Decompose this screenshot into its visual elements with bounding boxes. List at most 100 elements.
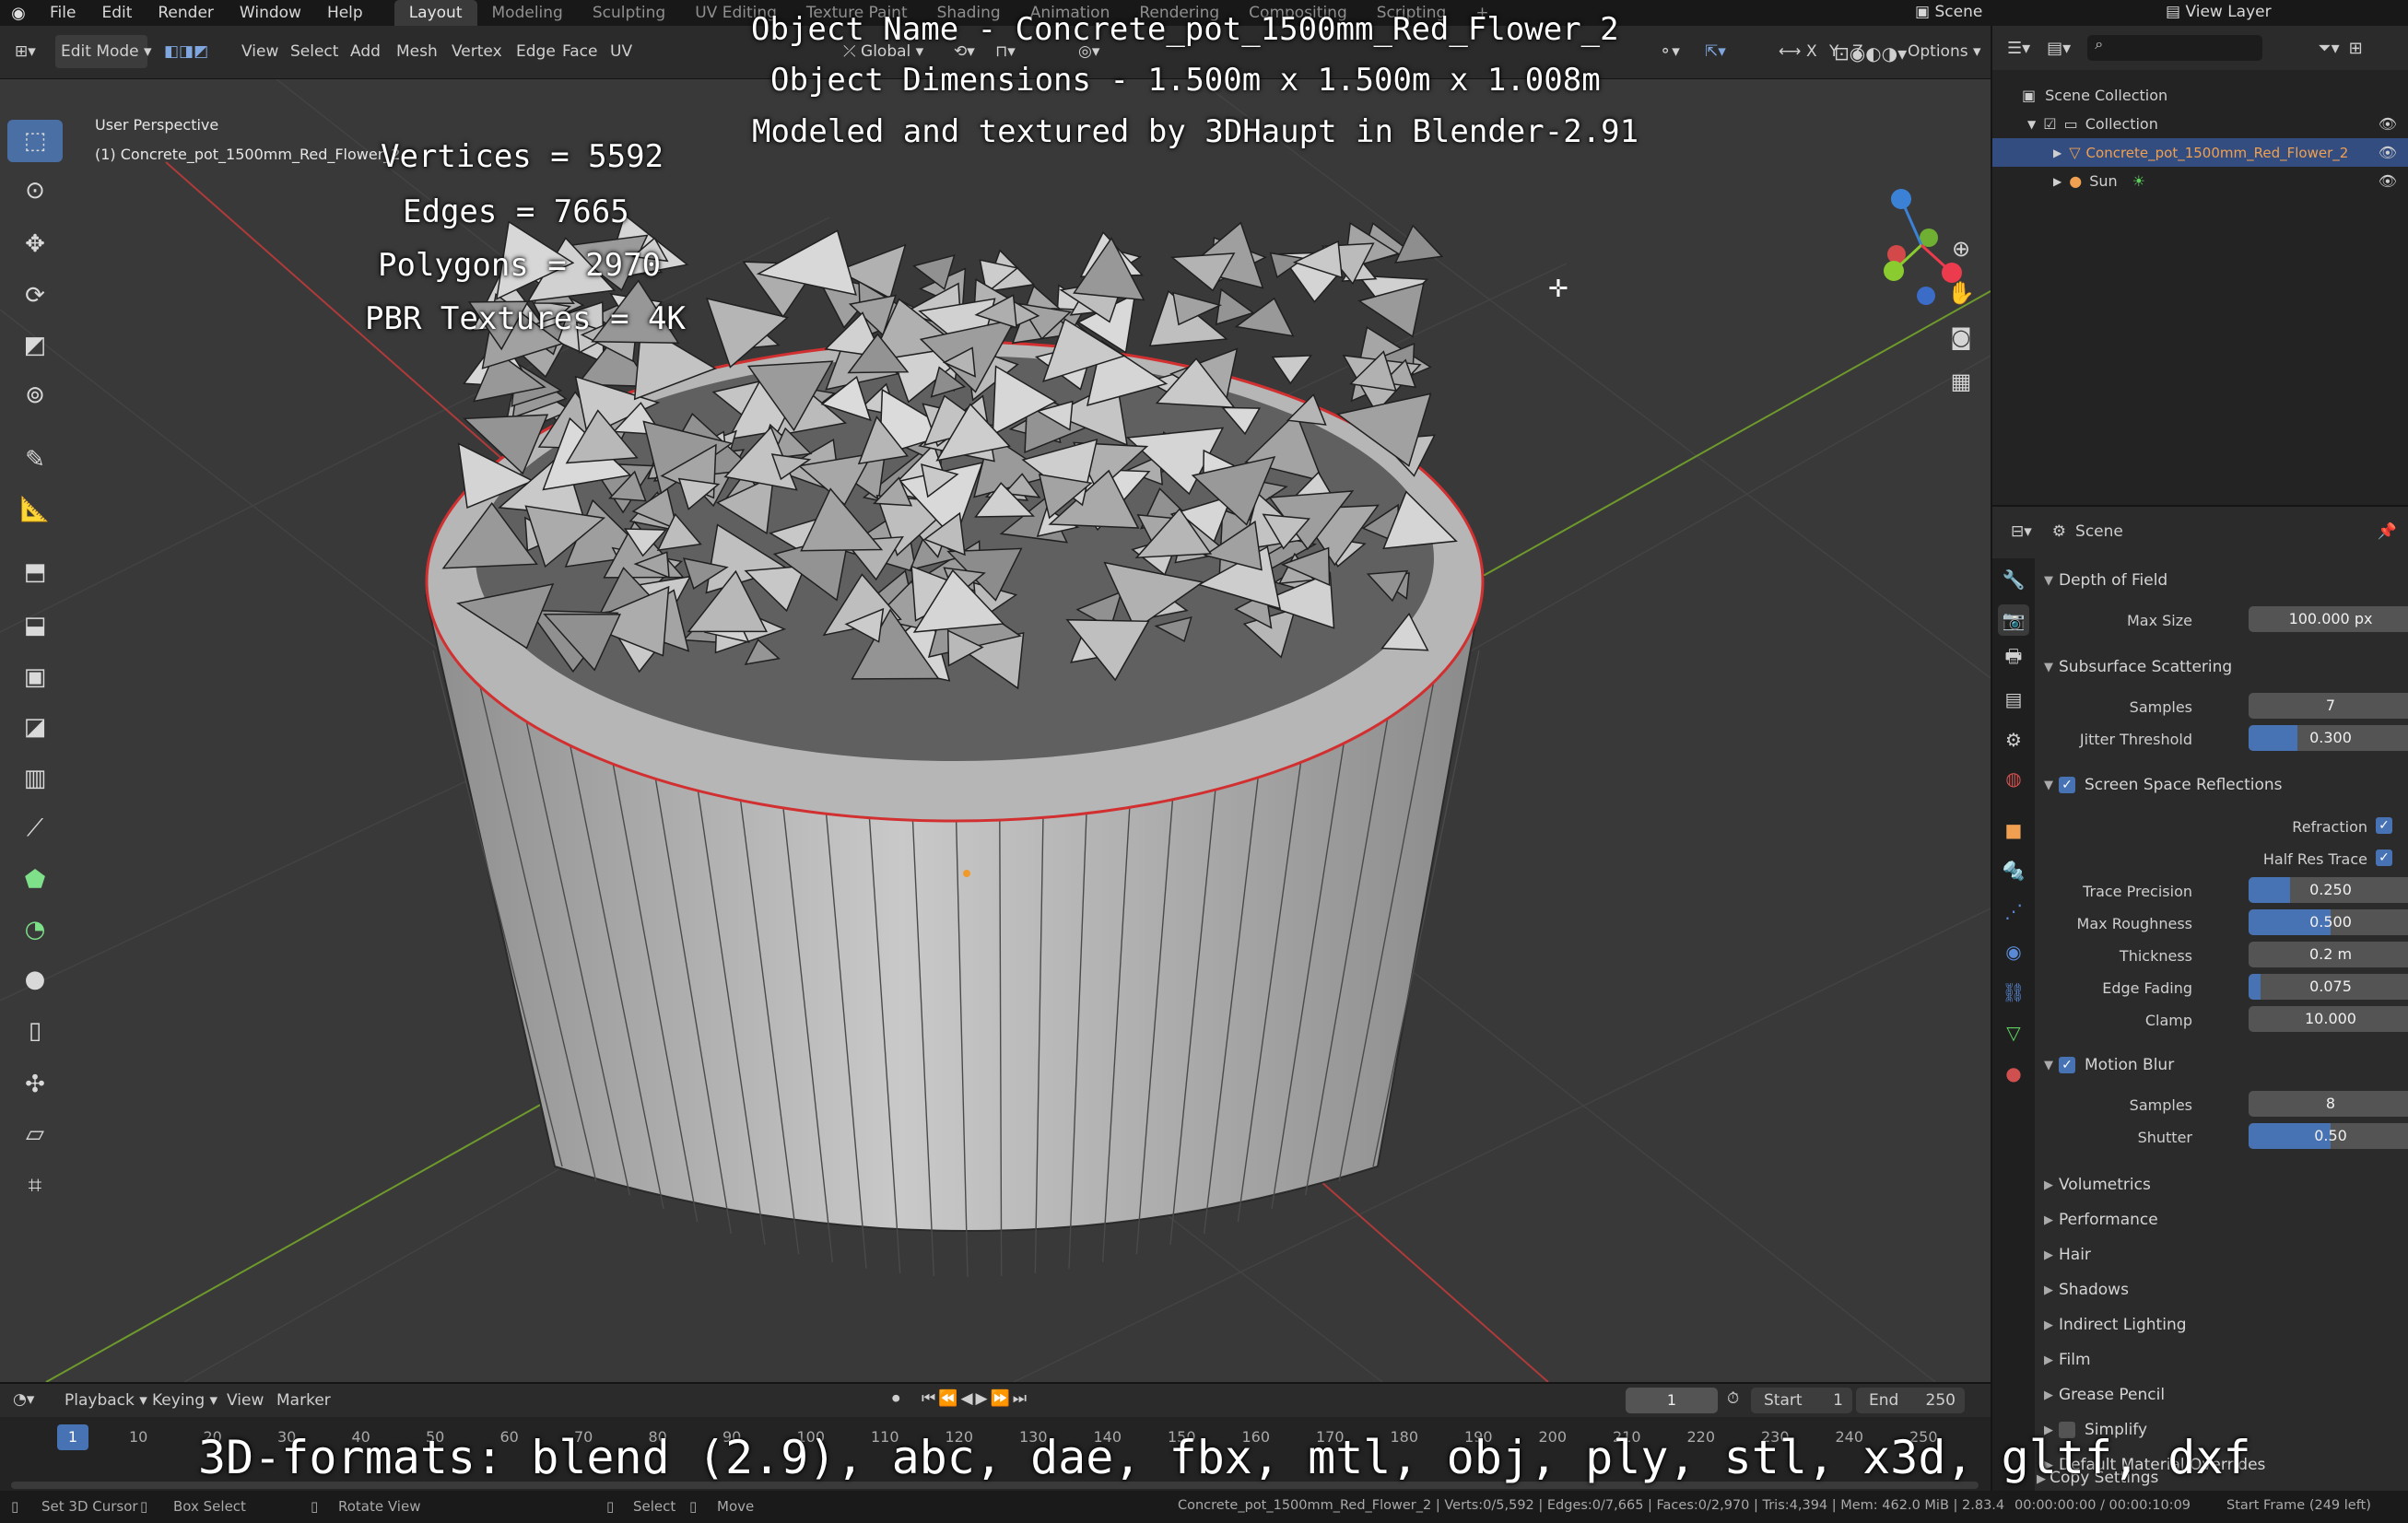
timeline-editor-icon[interactable]: ◔▾ — [13, 1390, 34, 1409]
shutter-slider[interactable]: 0.50 — [2249, 1123, 2408, 1149]
blender-logo-icon[interactable]: ◉ — [0, 4, 37, 23]
edge-slide-tool-icon[interactable]: ▯ — [7, 1010, 63, 1052]
tab-sculpting[interactable]: Sculpting — [578, 0, 680, 26]
pin-icon[interactable]: 📌 — [2378, 522, 2397, 541]
new-collection-icon[interactable]: ⊞ — [2349, 39, 2363, 58]
smooth-tool-icon[interactable]: ● — [7, 958, 63, 1001]
panel-hair[interactable]: ▶ Hair — [2038, 1238, 2402, 1271]
timeline-view-menu[interactable]: View — [227, 1391, 264, 1410]
shear-tool-icon[interactable]: ▱ — [7, 1113, 63, 1155]
object-tab-icon[interactable]: ■ — [1998, 814, 2029, 846]
panel-subsurface-scattering[interactable]: ▼ Subsurface Scattering — [2038, 650, 2402, 684]
pan-hand-icon[interactable]: ✋ — [1943, 280, 1979, 324]
display-mode-icon[interactable]: ▤▾ — [2047, 39, 2071, 58]
menu-file[interactable]: File — [37, 4, 88, 22]
constraints-tab-icon[interactable]: ⛓ — [1998, 977, 2029, 1008]
transform-tool-icon[interactable]: ⊚ — [7, 374, 63, 416]
shrink-fatten-tool-icon[interactable]: ✣ — [7, 1063, 63, 1106]
panel-shadows[interactable]: ▶ Shadows — [2038, 1273, 2402, 1306]
tool-tab-icon[interactable]: 🔧 — [1998, 564, 2029, 595]
visibility-eye-icon[interactable]: 👁 — [2379, 115, 2397, 133]
filter-icon[interactable]: ⏷▾ — [2318, 39, 2339, 58]
menu-add[interactable]: Add — [341, 35, 390, 68]
overlays-toggle-icon[interactable] — [1751, 35, 1769, 68]
material-tab-icon[interactable]: ● — [1998, 1058, 2029, 1089]
panel-grease-pencil[interactable]: ▶ Grease Pencil — [2038, 1378, 2402, 1412]
refraction-checkbox[interactable]: ✓ — [2376, 817, 2392, 834]
keying-menu[interactable]: Keying ▾ — [152, 1391, 217, 1410]
panel-indirect-lighting[interactable]: ▶ Indirect Lighting — [2038, 1308, 2402, 1341]
cursor-tool-icon[interactable]: ⊙ — [7, 170, 63, 212]
rotate-tool-icon[interactable]: ⟳ — [7, 275, 63, 317]
marker-menu[interactable]: Marker — [276, 1391, 331, 1410]
playback-controls[interactable]: ⏮⏪◀▶⏩⏭ — [922, 1389, 1029, 1408]
record-button[interactable]: ⏺ — [892, 1389, 900, 1408]
menu-select[interactable]: Select — [281, 35, 347, 68]
add-cube-tool-icon[interactable]: ⬒ — [7, 551, 63, 593]
scene-tab-icon[interactable]: ⚙ — [1998, 724, 2029, 756]
thickness-field[interactable]: 0.2 m — [2249, 942, 2408, 967]
knife-tool-icon[interactable]: ⟋ — [7, 807, 63, 849]
scale-tool-icon[interactable]: ◩ — [7, 324, 63, 367]
measure-tool-icon[interactable]: 📐 — [7, 488, 63, 531]
view-layer-tab-icon[interactable]: ▤ — [1998, 684, 2029, 715]
collection-checkbox[interactable]: ☑ — [2043, 115, 2056, 133]
expand-arrow-icon[interactable]: ▼ — [2027, 118, 2036, 131]
panel-performance[interactable]: ▶ Performance — [2038, 1203, 2402, 1236]
panel-screen-space-reflections[interactable]: ▼ ✓ Screen Space Reflections — [2038, 768, 2402, 802]
outliner-row-collection[interactable]: ▼ ☑ ▭ Collection 👁 — [1992, 110, 2408, 138]
menu-uv[interactable]: UV — [601, 35, 641, 68]
menu-mesh[interactable]: Mesh — [387, 35, 447, 68]
end-frame-field[interactable]: End 250 — [1856, 1388, 1965, 1413]
clamp-field[interactable]: 10.000 — [2249, 1006, 2408, 1032]
max-size-field[interactable]: 100.000 px — [2249, 606, 2408, 632]
ssr-enable-checkbox[interactable]: ✓ — [2059, 777, 2075, 793]
camera-view-icon[interactable]: ◙ — [1943, 324, 1979, 369]
viewport-scene[interactable] — [0, 79, 1991, 1382]
expand-arrow-icon[interactable]: ▶ — [2053, 175, 2061, 188]
panel-film[interactable]: ▶ Film — [2038, 1343, 2402, 1377]
editor-type-icon[interactable]: ⊞▾ — [6, 35, 45, 68]
view-layer-selector[interactable]: ▤ View Layer — [2166, 3, 2272, 21]
select-mode-icons[interactable]: ◧◨◩ — [155, 35, 217, 68]
spin-tool-icon[interactable]: ◔ — [7, 908, 63, 951]
menu-vertex[interactable]: Vertex — [442, 35, 511, 68]
jitter-threshold-slider[interactable]: 0.300 — [2249, 725, 2408, 751]
loop-cut-tool-icon[interactable]: ▥ — [7, 757, 63, 800]
panel-volumetrics[interactable]: ▶ Volumetrics — [2038, 1168, 2402, 1201]
motion-blur-checkbox[interactable]: ✓ — [2059, 1057, 2075, 1073]
trace-precision-slider[interactable]: 0.250 — [2249, 877, 2408, 903]
output-tab-icon[interactable]: 🖶 — [1998, 643, 2029, 674]
visibility-eye-icon[interactable]: 👁 — [2379, 144, 2397, 161]
outliner-row-sun[interactable]: ▶ ● Sun ☀ 👁 — [1992, 167, 2408, 195]
playhead[interactable]: 1 — [57, 1424, 88, 1450]
menu-view[interactable]: View — [232, 35, 288, 68]
scene-selector[interactable]: ▣ Scene — [1915, 3, 1982, 21]
annotate-tool-icon[interactable]: ✎ — [7, 439, 63, 481]
gizmo-toggle-icon[interactable]: ⇱▾ — [1696, 35, 1735, 68]
panel-depth-of-field[interactable]: ▼ Depth of Field — [2038, 564, 2402, 597]
move-tool-icon[interactable]: ✥ — [7, 223, 63, 265]
panel-motion-blur[interactable]: ▼ ✓ Motion Blur — [2038, 1049, 2402, 1082]
shading-modes-icons[interactable]: ⊡◉◐◑▾ — [1825, 37, 1916, 70]
current-frame-field[interactable]: 1 — [1626, 1388, 1718, 1413]
menu-edit[interactable]: Edit — [88, 4, 145, 22]
stopwatch-icon[interactable]: ⏱ — [1727, 1389, 1739, 1408]
tab-modeling[interactable]: Modeling — [477, 0, 578, 26]
menu-window[interactable]: Window — [227, 4, 314, 22]
outliner-editor-icon[interactable]: ☰▾ — [2007, 39, 2030, 58]
menu-help[interactable]: Help — [314, 4, 376, 22]
menu-render[interactable]: Render — [145, 4, 227, 22]
poly-build-tool-icon[interactable]: ⬟ — [7, 859, 63, 901]
mb-samples-field[interactable]: 8 — [2249, 1091, 2408, 1117]
view-object-types-icon[interactable]: ⚬▾ — [1650, 35, 1689, 68]
expand-arrow-icon[interactable]: ▶ — [2053, 146, 2061, 159]
inset-tool-icon[interactable]: ▣ — [7, 656, 63, 698]
max-roughness-slider[interactable]: 0.500 — [2249, 909, 2408, 935]
extrude-tool-icon[interactable]: ⬓ — [7, 604, 63, 647]
start-frame-field[interactable]: Start 1 — [1751, 1388, 1852, 1413]
select-box-tool-icon[interactable]: ⬚ — [7, 120, 63, 162]
sss-samples-field[interactable]: 7 — [2249, 693, 2408, 719]
edge-fading-slider[interactable]: 0.075 — [2249, 974, 2408, 1000]
outliner-search-input[interactable]: ⌕ — [2087, 35, 2263, 61]
